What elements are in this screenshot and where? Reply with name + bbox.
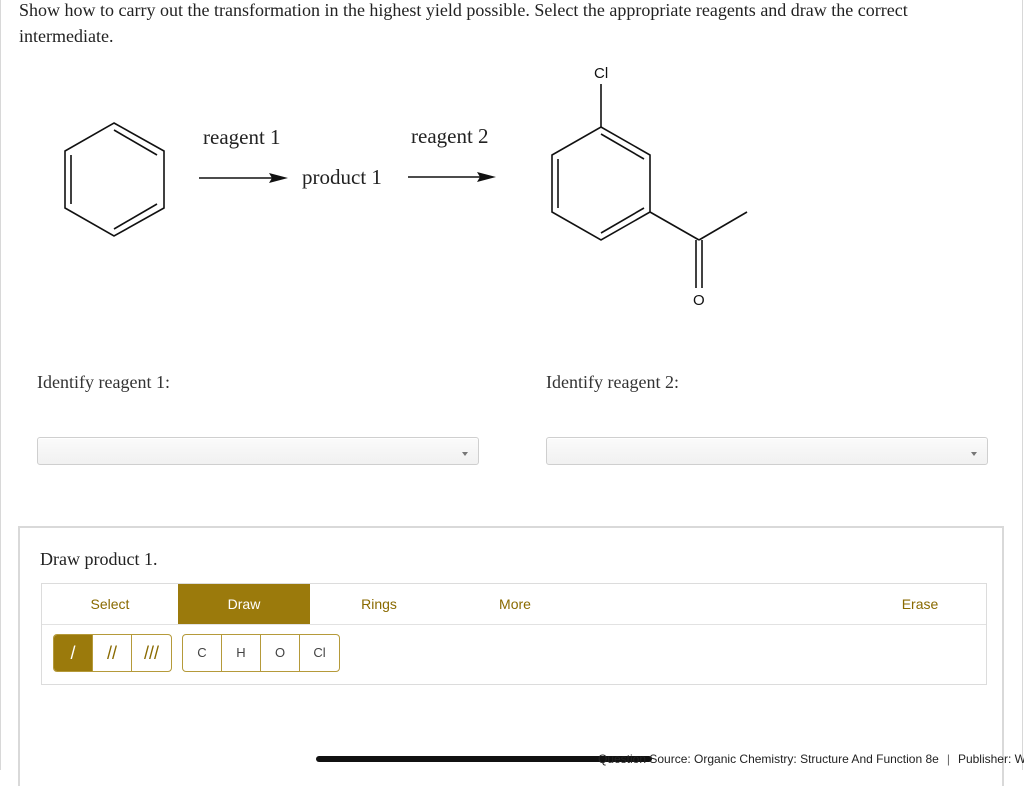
tab-erase[interactable]: Erase: [852, 584, 988, 624]
reagent-2-label: reagent 2: [411, 124, 489, 148]
draw-panel-title: Draw product 1.: [40, 549, 158, 569]
chevron-down-icon: [971, 452, 977, 456]
reagent-2-select[interactable]: [546, 437, 988, 465]
triple-bond-button[interactable]: ///: [132, 635, 171, 671]
reagent-1-label: reagent 1: [203, 125, 281, 149]
atom-c-button[interactable]: C: [183, 635, 222, 671]
reaction-scheme: Cl O: [64, 65, 748, 309]
atom-o-button[interactable]: O: [261, 635, 300, 671]
benzene-structure: [64, 122, 165, 237]
double-bond-button[interactable]: //: [93, 635, 132, 671]
tab-select[interactable]: Select: [42, 584, 178, 624]
atom-tool-group: C H O Cl: [182, 634, 340, 672]
tab-draw[interactable]: Draw: [178, 584, 310, 624]
identify-reagent-2-prompt: Identify reagent 2:: [546, 372, 679, 392]
atom-label-cl: Cl: [594, 65, 608, 82]
footer-credits: Question Source: Organic Chemistry: Stru…: [598, 752, 1024, 770]
atom-cl-button[interactable]: Cl: [300, 635, 339, 671]
publisher: Publisher: W: [957, 752, 1024, 766]
drawing-toolbar: Select Draw Rings More Erase / // /// C …: [41, 583, 987, 685]
toolbar-tabs: Select Draw Rings More Erase: [42, 584, 986, 625]
footer-separator: |: [946, 752, 950, 766]
tab-more[interactable]: More: [448, 584, 582, 624]
reaction-arrow-1: [199, 173, 288, 183]
atom-label-o: O: [693, 292, 705, 309]
draw-panel: Draw product 1. Select Draw Rings More E…: [18, 526, 1004, 786]
bond-tool-group: / // ///: [53, 634, 172, 672]
single-bond-button[interactable]: /: [54, 635, 93, 671]
tab-rings[interactable]: Rings: [310, 584, 448, 624]
atom-h-button[interactable]: H: [222, 635, 261, 671]
identify-reagent-1-prompt: Identify reagent 1:: [37, 372, 170, 392]
product-1-label: product 1: [302, 165, 382, 189]
reagent-1-select[interactable]: [37, 437, 479, 465]
reaction-arrow-2: [408, 172, 496, 182]
target-structure: [551, 84, 748, 288]
question-source: Question Source: Organic Chemistry: Stru…: [598, 752, 939, 766]
chevron-down-icon: [462, 452, 468, 456]
